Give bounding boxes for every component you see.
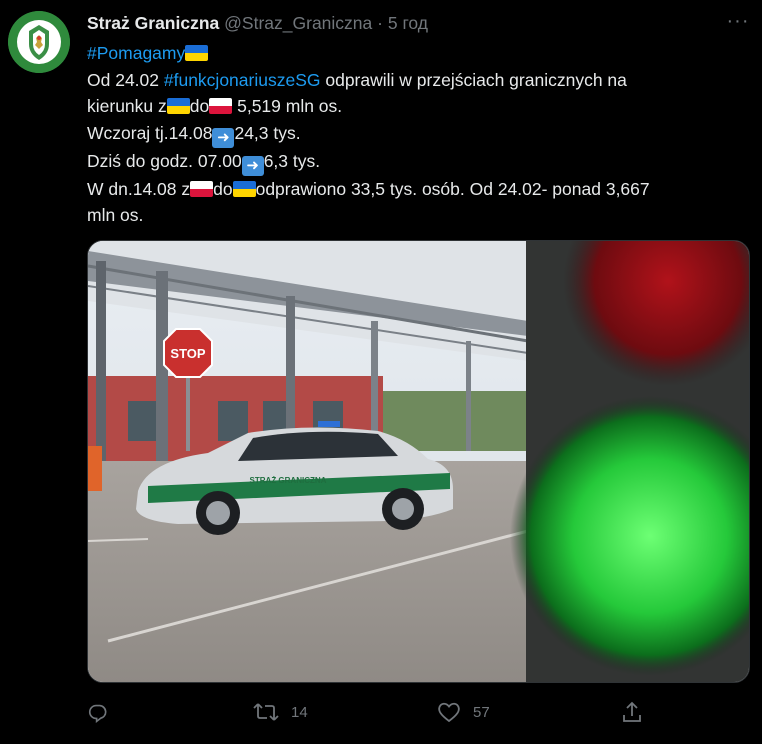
heart-icon — [437, 701, 461, 723]
tweet-photo[interactable]: STOP STRAŻ GRANICZNA — [87, 240, 750, 683]
like-count: 57 — [473, 703, 490, 721]
reply-icon — [87, 701, 109, 723]
hashtag-funkcjonariusze[interactable]: #funkcjonariuszeSG — [164, 70, 321, 90]
border-crossing-photo: STOP STRAŻ GRANICZNA — [88, 241, 749, 682]
ukraine-flag-icon — [166, 98, 190, 114]
poland-flag-icon — [209, 98, 233, 114]
car-lettering-text: STRAŻ GRANICZNA — [250, 476, 327, 485]
tweet-timestamp[interactable]: 5 год — [388, 13, 428, 33]
share-button[interactable] — [621, 698, 643, 726]
separator-dot: · — [377, 13, 383, 33]
text-line-4: Wczoraj tj.14.08 ➜ 24,3 tys. — [87, 120, 747, 148]
text-segment: 5,519 mln os. — [232, 96, 343, 116]
ukraine-flag-icon — [232, 180, 256, 197]
text-segment: 24,3 tys. — [234, 122, 301, 143]
text-line-1: #Pomagamy — [87, 40, 747, 67]
text-segment: do — [213, 178, 233, 199]
right-arrow-icon: ➜ — [212, 127, 235, 148]
share-icon — [621, 701, 643, 723]
text-line-5: Dziś do godz. 07.00 ➜ 6,3 tys. — [87, 148, 747, 176]
border-guard-emblem-icon — [8, 11, 70, 73]
text-line-7: mln os. — [87, 205, 144, 225]
more-icon: ··· — [726, 10, 750, 32]
ukraine-flag-icon — [185, 45, 209, 61]
text-segment: 6,3 tys. — [263, 150, 321, 171]
author-name[interactable]: Straż Graniczna — [87, 13, 219, 33]
text-segment: Dziś do godz. 07.00 — [87, 150, 242, 171]
text-line-2: Od 24.02 #funkcjonariuszeSG odprawili w … — [87, 67, 747, 94]
text-segment: odprawili w przejściach granicznych na — [320, 69, 627, 90]
text-segment: Od 24.02 — [87, 69, 164, 90]
poland-flag-icon — [190, 180, 214, 197]
tweet[interactable]: Straż Graniczna @Straz_Graniczna · 5 год… — [0, 0, 762, 744]
text-segment: Wczoraj tj.14.08 — [87, 122, 213, 143]
tweet-header: Straż Graniczna @Straz_Graniczna · 5 год — [87, 13, 428, 35]
hashtag-pomagamy[interactable]: #Pomagamy — [87, 43, 185, 63]
text-line-6: W dn.14.08 z do odprawiono 33,5 tys. osób.… — [87, 176, 747, 203]
retweet-icon — [253, 701, 279, 723]
text-segment: odprawiono 33,5 tys. osób. Od 24.02- pon… — [255, 178, 650, 199]
more-options-button[interactable]: ··· — [724, 10, 752, 35]
avatar[interactable] — [8, 11, 70, 73]
reply-button[interactable] — [87, 698, 109, 726]
tweet-actions: 14 57 — [87, 698, 647, 726]
retweet-count: 14 — [291, 703, 308, 721]
retweet-button[interactable]: 14 — [253, 698, 308, 726]
text-segment: do — [189, 96, 210, 116]
text-segment: W dn.14.08 z — [87, 178, 191, 199]
author-handle[interactable]: @Straz_Graniczna — [224, 13, 372, 33]
text-segment: kierunku z — [87, 96, 167, 116]
stop-sign-text: STOP — [170, 346, 205, 361]
text-line-3: kierunku z do 5,519 mln os. — [87, 93, 747, 120]
tweet-text: #Pomagamy Od 24.02 #funkcjonariuszeSG od… — [87, 40, 747, 229]
like-button[interactable]: 57 — [437, 698, 490, 726]
right-arrow-icon: ➜ — [241, 155, 264, 176]
